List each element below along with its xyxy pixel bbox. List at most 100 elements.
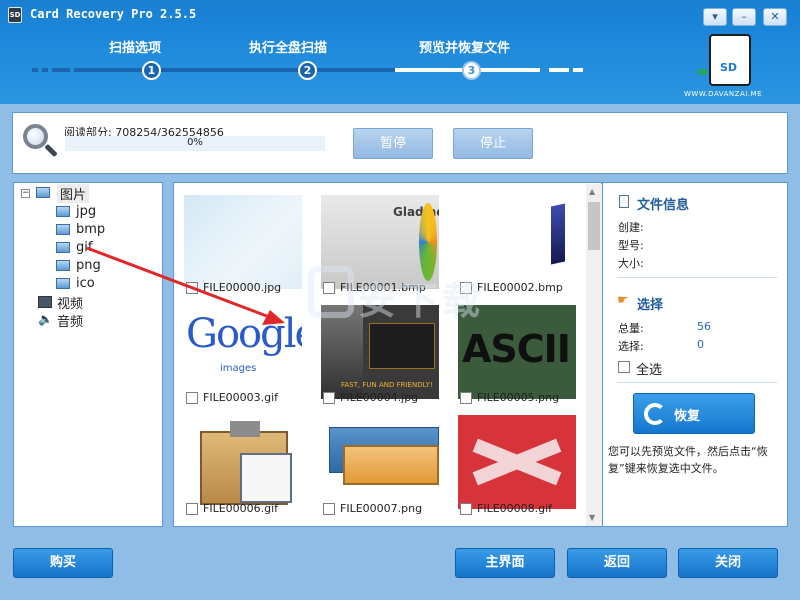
file-name: FILE00005.png	[477, 391, 560, 404]
file-checkbox[interactable]	[460, 282, 472, 294]
progress-track-dash	[573, 68, 583, 72]
type-label: 型号:	[618, 239, 644, 252]
close-window-button[interactable]: ✕	[763, 8, 787, 26]
tree-item-png[interactable]: png	[14, 257, 154, 275]
stop-button[interactable]: 停止	[453, 128, 533, 159]
file-checkbox[interactable]	[460, 503, 472, 515]
total-label: 总量:	[618, 322, 644, 335]
image-file-icon	[56, 278, 70, 289]
file-name: FILE00001.bmp	[340, 281, 426, 294]
scroll-up-icon[interactable]: ▲	[589, 187, 595, 196]
image-file-icon	[56, 242, 70, 253]
file-checkbox[interactable]	[186, 282, 198, 294]
recover-button[interactable]: 恢复	[633, 393, 755, 434]
minimize-button[interactable]: –	[732, 8, 756, 26]
divider	[617, 277, 777, 278]
thumbnail-image[interactable]: ASCII	[458, 305, 576, 399]
recover-button-label: 恢复	[674, 409, 701, 424]
total-value: 56	[697, 320, 711, 333]
thumbnail-image[interactable]	[458, 415, 576, 509]
select-all-label: 全选	[636, 363, 663, 378]
file-checkbox[interactable]	[460, 392, 472, 404]
tree-label-audio: 音频	[57, 315, 84, 330]
progress-track-dash	[52, 68, 70, 72]
file-name: FILE00002.bmp	[477, 281, 563, 294]
tree-label-bmp: bmp	[76, 222, 106, 237]
thumbnail-image[interactable]	[184, 419, 302, 513]
step-1-label: 扫描选项	[109, 41, 162, 56]
step-3-circle: 3	[462, 61, 481, 80]
selected-value: 0	[697, 338, 704, 351]
sd-card-logo: SD	[709, 34, 751, 86]
tree-item-audio[interactable]: 🔈 音频	[14, 311, 154, 330]
thumbnail-screen	[369, 323, 435, 369]
collapse-toggle[interactable]: −	[21, 189, 30, 198]
step-3-label: 预览并恢复文件	[419, 41, 511, 56]
speaker-icon: 🔈	[38, 312, 53, 326]
file-checkbox[interactable]	[323, 503, 335, 515]
file-checkbox[interactable]	[186, 503, 198, 515]
instruction-note: 您可以先预览文件，然后点击“恢复”键来恢复选中文件。	[608, 445, 768, 475]
close-button[interactable]: 关闭	[678, 548, 778, 578]
thumbnail-image[interactable]: Google images	[184, 305, 302, 399]
google-logo-text: Google	[186, 311, 302, 357]
title-bar: SD Card Recovery Pro 2.5.5 ▾ – ✕ 扫描选项 执行…	[0, 0, 800, 104]
tree-item-bmp[interactable]: bmp	[14, 221, 154, 239]
thumbnail-image[interactable]	[321, 419, 439, 513]
magnifier-handle	[44, 143, 58, 158]
tree-item-video[interactable]: 视频	[14, 293, 154, 312]
tree-item-jpg[interactable]: jpg	[14, 203, 154, 221]
file-checkbox[interactable]	[186, 392, 198, 404]
progress-panel: 阅读部分: 708254/362554856 0% 暂停 停止	[12, 112, 788, 174]
tree-label-gif: gif	[76, 240, 93, 255]
tree-label-png: png	[76, 258, 101, 273]
progress-track-dash	[42, 68, 48, 72]
step-2-circle: 2	[298, 61, 317, 80]
thumbnail-image[interactable]	[458, 195, 576, 289]
file-info-title: 文件信息	[637, 198, 690, 213]
chevron-down-icon: ▾	[712, 10, 718, 23]
video-icon	[38, 296, 52, 308]
size-label: 大小:	[618, 257, 644, 270]
image-file-icon	[56, 224, 70, 235]
clipboard-clip	[230, 421, 260, 437]
gladinet-logo	[419, 203, 437, 281]
document-icon	[240, 453, 292, 503]
select-title: 选择	[637, 298, 664, 313]
file-checkbox[interactable]	[323, 282, 335, 294]
scroll-thumb[interactable]	[588, 202, 600, 250]
progress-track-dash	[32, 68, 38, 72]
tree-item-ico[interactable]: ico	[14, 275, 154, 293]
hand-pointer-icon: ☛	[617, 293, 629, 308]
step-2-label: 执行全盘扫描	[249, 41, 328, 56]
scroll-down-icon[interactable]: ▼	[589, 513, 595, 522]
file-name: FILE00007.png	[340, 502, 423, 515]
thumbnail-grid: FILE00000.jpg Gladinet FILE00001.bmp FIL…	[173, 182, 602, 527]
thumbnail-image[interactable]	[184, 195, 302, 289]
vertical-scrollbar[interactable]: ▲ ▼	[586, 184, 602, 526]
app-icon: SD	[8, 7, 22, 23]
main-menu-button[interactable]: 主界面	[455, 548, 555, 578]
tree-label-images: 图片	[57, 184, 90, 203]
website-label: WWW.DAVANZAI.ME	[684, 90, 762, 98]
buy-button[interactable]: 购买	[13, 548, 113, 578]
pause-button[interactable]: 暂停	[353, 128, 433, 159]
thumbnail-image[interactable]: Gladinet	[321, 195, 439, 289]
tree-item-images[interactable]: − 图片	[14, 184, 154, 203]
file-checkbox[interactable]	[323, 392, 335, 404]
file-info-icon	[619, 195, 629, 208]
back-button[interactable]: 返回	[567, 548, 667, 578]
progress-percent: 0%	[187, 137, 203, 148]
step-1-circle: 1	[142, 61, 161, 80]
file-name: FILE00000.jpg	[203, 281, 282, 294]
thumbnail-image[interactable]: FAST, FUN AND FRIENDLY!	[321, 305, 439, 399]
tree-label-video: 视频	[57, 297, 84, 312]
image-file-icon	[56, 206, 70, 217]
window-title: Card Recovery Pro 2.5.5	[30, 7, 197, 21]
minimize-icon: –	[741, 10, 747, 23]
selected-label: 选择:	[618, 340, 644, 353]
dropdown-menu-button[interactable]: ▾	[703, 8, 727, 26]
tree-item-gif[interactable]: gif	[14, 239, 154, 257]
file-name: FILE00006.gif	[203, 502, 279, 515]
select-all-checkbox[interactable]	[618, 361, 630, 373]
